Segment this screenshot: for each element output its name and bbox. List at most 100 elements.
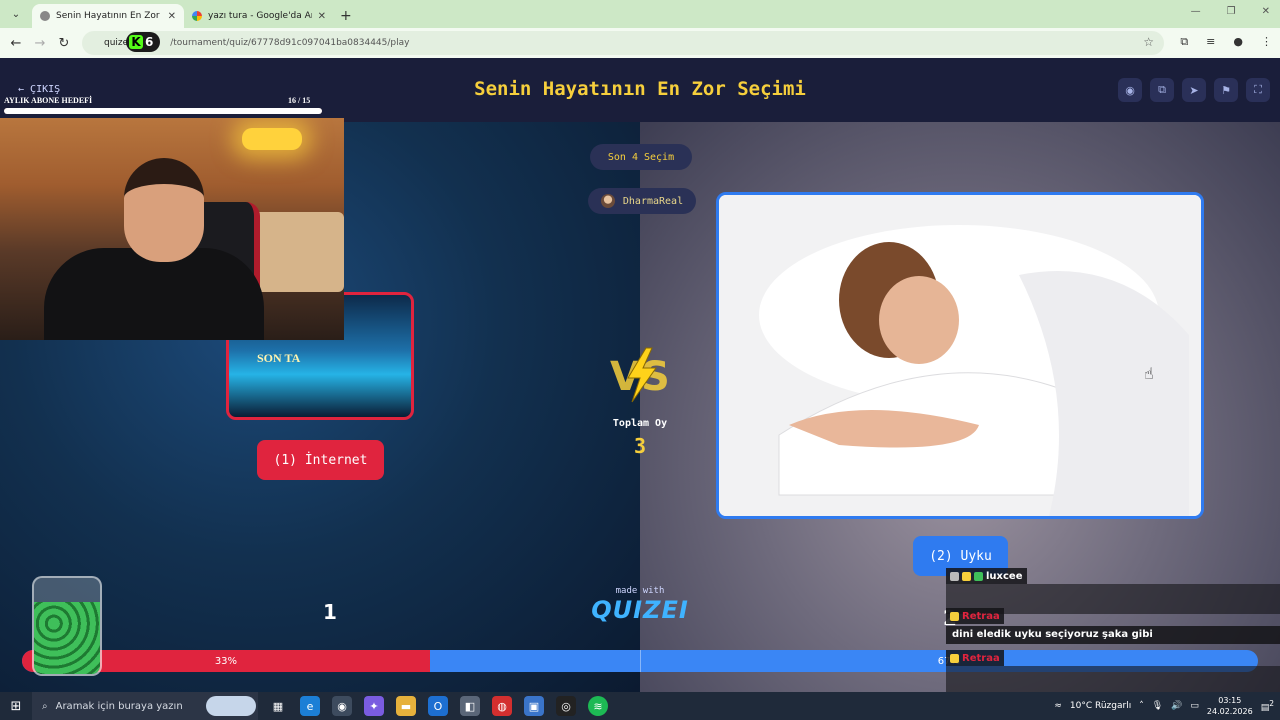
chat-message: Retraa <box>946 608 1004 624</box>
total-votes-value: 3 <box>633 434 647 458</box>
tab-title: yazı tura - Google'da Ara <box>208 11 312 21</box>
mouse-cursor-icon: ☝ <box>1144 364 1154 383</box>
tab-search-icon[interactable]: ⌄ <box>4 2 28 26</box>
badge-icon <box>962 571 971 581</box>
app-icon[interactable]: ◧ <box>460 696 480 716</box>
url-path: /tournament/quiz/67778d91c097041ba083444… <box>170 38 410 48</box>
reload-icon[interactable]: ↻ <box>52 36 76 51</box>
option-left-button[interactable]: (1) İnternet <box>257 440 384 480</box>
image-caption: SON TA <box>257 351 301 365</box>
chat-text: dini eledik uyku seçiyoruz şaka gibi <box>946 626 1280 644</box>
notifications-icon[interactable]: ▤2 <box>1261 699 1274 713</box>
file-explorer-icon[interactable]: ▬ <box>396 696 416 716</box>
streamer-body <box>44 248 264 340</box>
notification-count: 2 <box>1269 699 1274 708</box>
made-with-label: made with <box>615 586 665 596</box>
subscriber-goal: AYLIK ABONE HEDEFİ 16 / 15 <box>0 94 322 116</box>
chrome-icon[interactable]: ◉ <box>332 696 352 716</box>
restore-icon[interactable]: ❐ <box>1227 6 1236 17</box>
badge-icon <box>974 571 983 581</box>
windows-start-icon[interactable]: ⊞ <box>0 699 32 714</box>
badge-icon <box>950 571 959 581</box>
obs-icon[interactable]: ◎ <box>556 696 576 716</box>
chat-username: Retraa <box>962 652 1000 664</box>
taskbar: ⊞ ⌕ Aramak için buraya yazın ▦ e ◉ ✦ ▬ O… <box>0 692 1280 720</box>
date: 24.02.2026 <box>1206 707 1253 716</box>
site-favicon-icon <box>40 11 50 21</box>
extensions-icon[interactable]: ⧉ <box>1180 35 1188 49</box>
flag-icon[interactable]: ⚑ <box>1214 78 1238 102</box>
task-view-icon[interactable]: ▦ <box>268 696 288 716</box>
sub-goal-label: AYLIK ABONE HEDEFİ <box>4 96 93 105</box>
copilot-icon[interactable]: ✦ <box>364 696 384 716</box>
tab-title: Senin Hayatının En Zor Seçimi <box>56 11 162 21</box>
chat-message: luxcee <box>946 568 1027 584</box>
fullscreen-icon[interactable]: ⛶ <box>1246 78 1270 102</box>
option-right-image[interactable] <box>716 192 1204 519</box>
kick-icon: K <box>129 35 143 49</box>
star-icon[interactable]: ☆ <box>1143 35 1154 49</box>
network-icon[interactable]: ▭ <box>1190 701 1199 711</box>
volume-icon[interactable]: 🔊 <box>1171 701 1182 711</box>
center-divider <box>640 650 641 672</box>
brand-logo: QUIZEI <box>591 596 689 624</box>
sub-goal-fill <box>4 108 322 114</box>
tab-quiz[interactable]: Senin Hayatının En Zor Seçimi ✕ <box>32 4 184 28</box>
kick-count: 6 <box>145 35 154 49</box>
media-icon[interactable]: ≡ <box>1206 35 1215 49</box>
store-icon[interactable]: ▣ <box>524 696 544 716</box>
chat-username: Retraa <box>962 610 1000 622</box>
jar-overlay <box>32 576 102 676</box>
browser-toolbar: ← → ↻ quize/tournament/quiz/67778d91c097… <box>0 28 1280 58</box>
forward-icon[interactable]: → <box>28 36 52 51</box>
menu-icon[interactable]: ⋮ <box>1261 35 1272 49</box>
kick-badge: K 6 <box>126 32 160 52</box>
sleeping-woman-image <box>719 195 1201 516</box>
tab-google[interactable]: yazı tura - Google'da Ara ✕ <box>184 4 334 28</box>
send-icon[interactable]: ➤ <box>1182 78 1206 102</box>
weather-text[interactable]: 10°C Rüzgarlı <box>1070 701 1131 711</box>
weather-widget-icon <box>206 696 256 716</box>
share-icon[interactable]: ⧉ <box>1150 78 1174 102</box>
close-icon[interactable]: ✕ <box>318 11 326 22</box>
sub-goal-track <box>4 108 322 114</box>
new-tab-button[interactable]: + <box>340 8 352 24</box>
sub-goal-count: 16 / 15 <box>288 96 311 105</box>
google-icon <box>192 11 202 21</box>
close-window-icon[interactable]: ✕ <box>1262 6 1270 17</box>
versus-icon: VS <box>610 347 670 403</box>
avatar <box>600 194 615 208</box>
user-chip: DharmaReal <box>588 188 696 214</box>
close-icon[interactable]: ✕ <box>168 11 176 22</box>
edge-icon[interactable]: e <box>300 696 320 716</box>
outlook-icon[interactable]: O <box>428 696 448 716</box>
system-tray: ≈ 10°C Rüzgarlı ˄ 🎙 🔊 ▭ 03:15 24.02.2026… <box>1054 692 1280 720</box>
back-icon[interactable]: ← <box>4 36 28 51</box>
chat-background <box>946 666 1280 692</box>
app-icon[interactable]: ◍ <box>492 696 512 716</box>
url-host: quize <box>104 38 129 48</box>
crown-icon <box>950 611 959 621</box>
jar-fill <box>34 602 100 674</box>
browser-tab-bar: ⌄ Senin Hayatının En Zor Seçimi ✕ yazı t… <box>0 0 1280 28</box>
address-bar[interactable]: quize/tournament/quiz/67778d91c097041ba0… <box>82 31 1164 55</box>
wind-icon: ≈ <box>1054 701 1062 711</box>
taskbar-search[interactable]: ⌕ Aramak için buraya yazın <box>32 692 258 720</box>
round-label: Son 4 Seçim <box>590 144 692 170</box>
chat-overlay: luxcee Retraa dini eledik uyku seçiyoruz… <box>946 568 1280 692</box>
total-votes-label: Toplam Oy <box>612 418 668 429</box>
clock[interactable]: 03:15 24.02.2026 <box>1207 695 1253 717</box>
search-icon: ⌕ <box>42 700 48 712</box>
microphone-icon[interactable]: 🎙 <box>1152 701 1163 711</box>
chevron-up-icon[interactable]: ˄ <box>1139 701 1144 711</box>
streamer-head <box>124 158 204 262</box>
webcam-overlay <box>0 118 344 340</box>
crown-icon <box>950 653 959 663</box>
profile-avatar[interactable]: ● <box>1233 35 1243 49</box>
spotify-icon[interactable]: ≋ <box>588 696 608 716</box>
taskbar-apps: ▦ e ◉ ✦ ▬ O ◧ ◍ ▣ ◎ ≋ <box>268 696 608 716</box>
eye-icon[interactable]: ◉ <box>1118 78 1142 102</box>
neon-light <box>242 128 302 150</box>
minimize-icon[interactable]: — <box>1191 6 1201 17</box>
chat-message: Retraa <box>946 650 1004 666</box>
